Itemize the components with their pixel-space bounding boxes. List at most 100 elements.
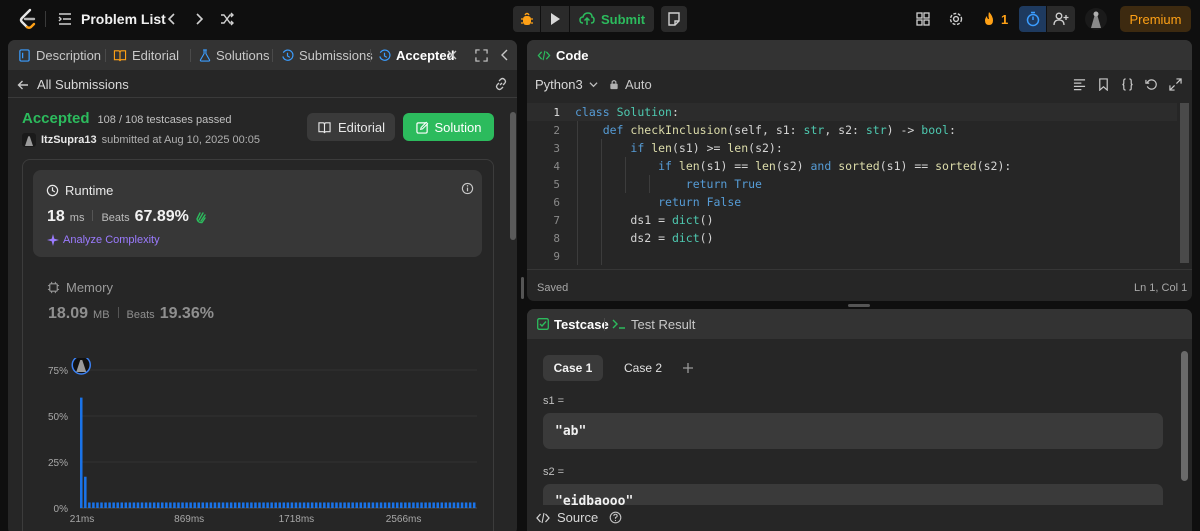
- distribution-bar[interactable]: [404, 502, 407, 508]
- distribution-bar[interactable]: [319, 502, 322, 508]
- help-icon[interactable]: [609, 511, 622, 524]
- distribution-bar[interactable]: [108, 502, 111, 508]
- settings-button[interactable]: [947, 10, 965, 28]
- left-panel-scrollbar[interactable]: [510, 112, 516, 240]
- distribution-bar[interactable]: [278, 502, 282, 508]
- distribution-bar[interactable]: [351, 502, 354, 508]
- bookmark-icon[interactable]: [1097, 78, 1110, 91]
- tab-submissions[interactable]: Submissions: [281, 40, 373, 70]
- distribution-bar[interactable]: [225, 502, 229, 508]
- distribution-bar[interactable]: [391, 502, 395, 508]
- distribution-bar[interactable]: [298, 502, 302, 508]
- distribution-bar[interactable]: [177, 502, 180, 508]
- distribution-bar[interactable]: [331, 502, 334, 508]
- distribution-bar[interactable]: [355, 502, 358, 508]
- distribution-bar[interactable]: [169, 502, 172, 508]
- distribution-bar[interactable]: [124, 502, 128, 508]
- all-submissions-link[interactable]: All Submissions: [17, 77, 129, 92]
- run-button[interactable]: [541, 6, 569, 32]
- distribution-bar[interactable]: [254, 502, 257, 508]
- case-tab-2[interactable]: Case 2: [613, 355, 673, 381]
- share-link-button[interactable]: [494, 77, 508, 94]
- distribution-bar[interactable]: [193, 502, 196, 508]
- distribution-bar[interactable]: [100, 502, 103, 508]
- distribution-bar[interactable]: [448, 502, 452, 508]
- analyze-complexity-link[interactable]: Analyze Complexity: [47, 234, 160, 246]
- s1-input[interactable]: "ab": [543, 413, 1163, 449]
- distribution-bar[interactable]: [428, 502, 431, 508]
- distribution-bar[interactable]: [286, 502, 290, 508]
- distribution-bar[interactable]: [282, 502, 286, 508]
- editorial-button[interactable]: Editorial: [307, 113, 395, 141]
- distribution-bar[interactable]: [306, 502, 310, 508]
- vertical-resize-handle[interactable]: [521, 277, 524, 299]
- distribution-bar[interactable]: [242, 502, 245, 508]
- distribution-bar[interactable]: [205, 502, 209, 508]
- distribution-bar[interactable]: [148, 502, 152, 508]
- reset-icon[interactable]: [1145, 78, 1158, 91]
- next-problem-button[interactable]: [190, 10, 208, 28]
- add-case-button[interactable]: [677, 355, 699, 381]
- distribution-bar[interactable]: [270, 502, 273, 508]
- distribution-bar[interactable]: [472, 502, 476, 508]
- distribution-bar[interactable]: [323, 502, 326, 508]
- distribution-bar[interactable]: [424, 502, 427, 508]
- distribution-bar[interactable]: [161, 502, 164, 508]
- distribution-bar[interactable]: [440, 502, 444, 508]
- distribution-bar[interactable]: [197, 502, 200, 508]
- distribution-bar[interactable]: [375, 502, 379, 508]
- distribution-bar[interactable]: [201, 502, 205, 508]
- distribution-bar[interactable]: [400, 502, 403, 508]
- submitter-avatar[interactable]: [22, 133, 36, 147]
- code-scrollbar[interactable]: [1180, 103, 1189, 263]
- layout-button[interactable]: [914, 10, 932, 28]
- distribution-bar[interactable]: [420, 502, 423, 508]
- distribution-bar[interactable]: [217, 502, 221, 508]
- tab-editorial[interactable]: Editorial: [113, 40, 179, 70]
- distribution-bar[interactable]: [335, 502, 338, 508]
- distribution-bar[interactable]: [452, 502, 456, 508]
- language-select[interactable]: Python3: [535, 77, 598, 92]
- distribution-bar[interactable]: [128, 502, 132, 508]
- distribution-bar[interactable]: [258, 502, 261, 508]
- distribution-bar[interactable]: [395, 502, 399, 508]
- test-panel-scrollbar[interactable]: [1181, 351, 1188, 481]
- close-tab-button[interactable]: [447, 40, 457, 70]
- runtime-distribution-chart[interactable]: 75% 50% 25% 0% 21ms 869ms 1718ms 2566ms: [32, 358, 482, 531]
- distribution-bar[interactable]: [314, 502, 318, 508]
- distribution-bar[interactable]: [144, 502, 148, 508]
- distribution-bar[interactable]: [416, 502, 419, 508]
- distribution-bar[interactable]: [221, 502, 225, 508]
- distribution-bar[interactable]: [290, 502, 294, 508]
- distribution-bar[interactable]: [88, 502, 91, 508]
- invite-button[interactable]: [1047, 6, 1075, 32]
- distribution-bar[interactable]: [436, 502, 439, 508]
- runtime-card[interactable]: Runtime 18 ms Beats 67.89% Analyze Compl…: [33, 170, 482, 257]
- case-tab-1[interactable]: Case 1: [543, 355, 603, 381]
- leetcode-logo[interactable]: [16, 8, 38, 30]
- distribution-bar[interactable]: [387, 502, 391, 508]
- distribution-bar[interactable]: [412, 502, 415, 508]
- debug-button[interactable]: [513, 6, 540, 32]
- distribution-bar[interactable]: [367, 502, 371, 508]
- distribution-bar[interactable]: [104, 502, 107, 508]
- distribution-bar[interactable]: [274, 502, 277, 508]
- distribution-bar[interactable]: [379, 502, 383, 508]
- notes-button[interactable]: [661, 6, 687, 32]
- memory-header[interactable]: Memory: [47, 280, 113, 295]
- distribution-bar[interactable]: [294, 502, 298, 508]
- tab-solutions[interactable]: Solutions: [199, 40, 269, 70]
- collapse-panel-button[interactable]: [500, 40, 510, 70]
- streak-counter[interactable]: 1: [981, 9, 1008, 29]
- premium-button[interactable]: Premium: [1120, 6, 1191, 32]
- braces-icon[interactable]: [1121, 78, 1134, 91]
- tab-description[interactable]: Description: [18, 40, 101, 70]
- maximize-panel-button[interactable]: [475, 40, 488, 70]
- distribution-bar[interactable]: [156, 502, 160, 508]
- distribution-bar[interactable]: [120, 502, 124, 508]
- distribution-bar[interactable]: [213, 502, 217, 508]
- distribution-bar[interactable]: [359, 502, 363, 508]
- distribution-bar[interactable]: [310, 502, 314, 508]
- distribution-bar[interactable]: [266, 502, 269, 508]
- distribution-bar[interactable]: [339, 502, 342, 508]
